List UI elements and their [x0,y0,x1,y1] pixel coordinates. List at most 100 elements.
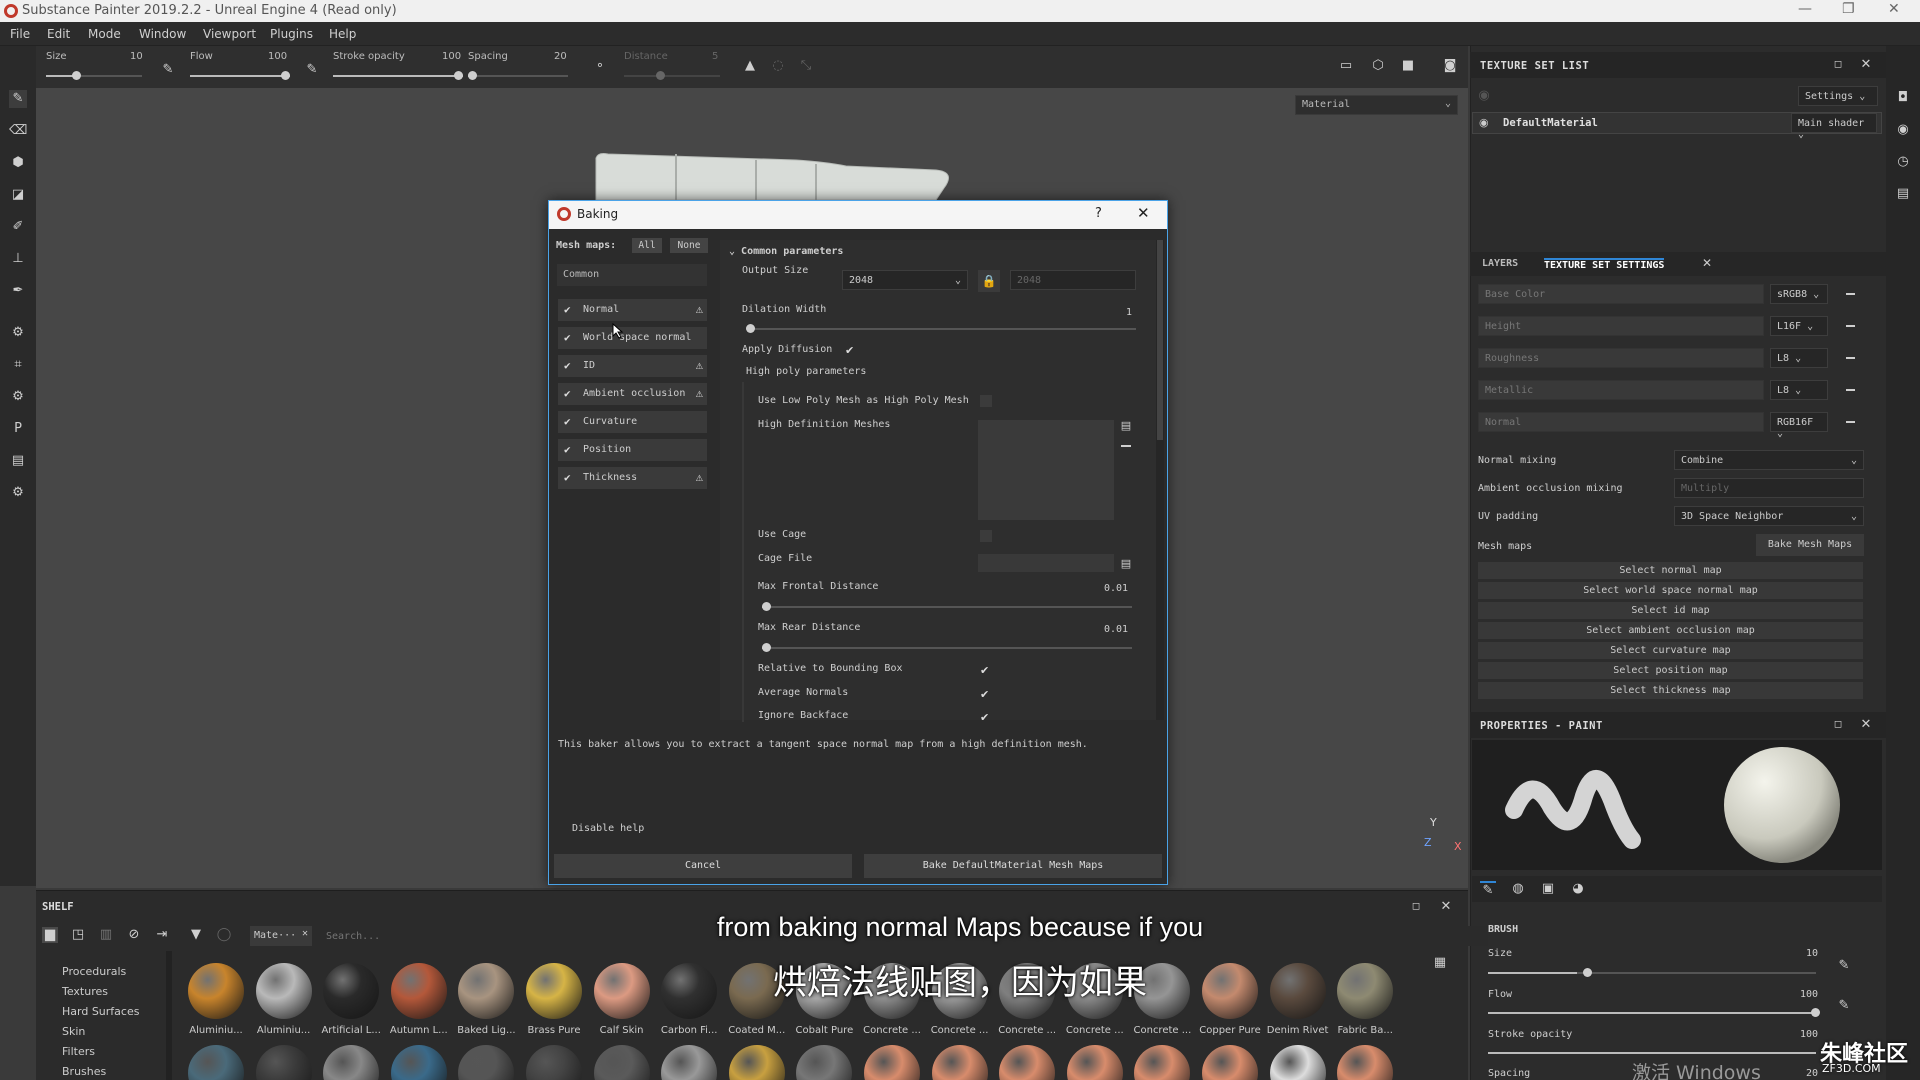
remove-channel-icon[interactable] [1846,389,1855,391]
menu-window[interactable]: Window [139,27,186,41]
relative-bbox-checkbox[interactable]: ✔ [980,664,989,677]
use-cage-checkbox[interactable] [980,530,992,542]
checkbox-check-icon[interactable]: ✔ [564,303,571,316]
normal-mixing-dropdown[interactable]: Combine ⌄ [1674,450,1864,470]
close-panel-icon[interactable]: ✕ [1858,717,1874,733]
shelf-category-item[interactable]: Hard Surfaces [62,1005,139,1018]
undock-icon[interactable]: ◻ [1830,717,1846,733]
tab-texture-set-settings[interactable]: TEXTURE SET SETTINGS [1544,258,1665,271]
color-picker-icon[interactable]: ✒ [9,282,27,300]
distance-slider[interactable] [624,75,720,77]
shelf-category-item[interactable]: Brushes [62,1065,106,1078]
cancel-button[interactable]: Cancel [554,854,852,878]
map-item-curvature[interactable]: ✔ Curvature [558,411,707,433]
lazy-mouse-icon[interactable]: ∘ [592,58,608,74]
material-thumbnail[interactable] [1202,1045,1258,1080]
menu-mode[interactable]: Mode [88,27,121,41]
brush-flow-slider[interactable] [1488,1012,1816,1014]
max-frontal-knob[interactable] [762,602,771,611]
select-all-button[interactable]: All [632,238,662,253]
menu-file[interactable]: File [10,27,30,41]
material-thumbnail[interactable] [1269,1045,1326,1080]
distance-slider-knob[interactable] [656,71,665,80]
size-slider-knob[interactable] [72,71,81,80]
flow-slider-knob[interactable] [281,71,290,80]
material-thumbnail[interactable] [526,1045,582,1080]
material-thumbnail[interactable] [188,1045,244,1080]
material-dropdown[interactable]: Material ⌄ [1295,95,1458,115]
clone-stamp-icon[interactable]: ⊥ [9,250,27,268]
remove-mesh-icon[interactable] [1121,445,1131,447]
close-panel-icon[interactable]: ✕ [1858,57,1874,73]
checkbox-check-icon[interactable]: ✔ [564,471,571,484]
minimize-button[interactable]: — [1798,1,1812,17]
checkbox-check-icon[interactable]: ✔ [564,415,571,428]
settings-icon[interactable]: ⚙ [9,388,27,406]
channel-height-format[interactable]: L16F ⌄ [1770,316,1828,336]
material-thumbnail[interactable] [458,1045,515,1080]
stroke-opacity-knob[interactable] [454,71,463,80]
lock-icon[interactable]: 🔒 [978,270,1000,292]
material-thumbnail[interactable] [593,1045,650,1080]
channel-normal-format[interactable]: RGB16F ⌄ [1770,412,1828,439]
close-window-button[interactable]: ✕ [1888,1,1900,17]
history-icon[interactable]: ◷ [1895,154,1911,170]
texture-set-settings-dropdown[interactable]: Settings ⌄ [1798,86,1878,106]
material-thumbnail[interactable] [999,1045,1056,1080]
ao-mixing-dropdown[interactable]: Multiply [1674,478,1864,498]
scrollbar-thumb[interactable] [1157,240,1163,440]
max-rear-knob[interactable] [762,643,771,652]
map-item-ambient-occlusion[interactable]: ✔ Ambient occlusion ⚠ [558,383,707,405]
visibility-toggle-icon[interactable]: ◉ [1476,88,1492,104]
texture-set-icon[interactable]: ◘ [1895,90,1911,106]
paint-brush-icon[interactable]: ✎ [9,90,27,108]
shader-dropdown[interactable]: Main shader ⌄ [1791,113,1877,140]
material-thumbnail[interactable] [1066,1045,1123,1080]
photoshop-icon[interactable]: P [9,420,27,438]
brush-stroke-opacity-slider[interactable] [1488,1052,1816,1054]
shelf-category-item[interactable]: Skin [62,1025,85,1038]
help-button[interactable]: ? [1095,206,1102,221]
cage-file-field[interactable] [978,554,1114,572]
channel-metallic-format[interactable]: L8 ⌄ [1770,380,1828,400]
display-settings-icon[interactable]: ◉ [1895,122,1911,138]
shelf-category-item[interactable]: Filters [62,1045,95,1058]
menu-edit[interactable]: Edit [47,27,70,41]
geometry-mask-icon[interactable]: ⌗ [9,356,27,374]
uv-padding-dropdown[interactable]: 3D Space Neighbor ⌄ [1674,506,1864,526]
channel-roughness-format[interactable]: L8 ⌄ [1770,348,1828,368]
transform-icon[interactable]: ⤡ [798,58,814,74]
bake-icon[interactable]: ⚙ [9,324,27,342]
material-thumbnail[interactable] [323,1045,380,1080]
menu-viewport[interactable]: Viewport [203,27,256,41]
align-icon[interactable]: ◌ [770,58,786,74]
screenshot-icon[interactable]: ◙ [1442,58,1458,74]
material-thumbnail[interactable] [931,1045,988,1080]
common-section[interactable]: Common [557,264,707,286]
channel-base-color-format[interactable]: sRGB8 ⌄ [1770,284,1828,304]
use-low-poly-checkbox[interactable] [980,395,992,407]
close-dialog-icon[interactable]: ✕ [1137,204,1150,222]
menu-plugins[interactable]: Plugins [270,27,313,41]
dilation-width-knob[interactable] [746,324,755,333]
checkbox-check-icon[interactable]: ✔ [564,387,571,400]
map-item-id[interactable]: ✔ ID ⚠ [558,355,707,377]
plugin-icon[interactable]: ⚙ [9,484,27,502]
select-none-button[interactable]: None [670,238,708,253]
remove-channel-icon[interactable] [1846,357,1855,359]
select-position-map-button[interactable]: Select position map [1478,662,1863,679]
undock-icon[interactable]: ◻ [1830,57,1846,73]
map-item-thickness[interactable]: ✔ Thickness ⚠ [558,467,707,489]
hd-meshes-list[interactable] [978,420,1114,520]
stroke-opacity-slider[interactable] [333,75,463,77]
material-thumbnail[interactable] [728,1045,785,1080]
material-thumbnail[interactable] [796,1045,853,1080]
apply-diffusion-checkbox[interactable]: ✔ [845,344,854,357]
smudge-icon[interactable]: ✐ [9,218,27,236]
output-size-dropdown[interactable]: 2048 ⌄ [842,270,968,290]
select-normal-map-button[interactable]: Select normal map [1478,562,1863,579]
select-id-map-button[interactable]: Select id map [1478,602,1863,619]
ignore-backface-checkbox[interactable]: ✔ [980,711,989,720]
select-thickness-map-button[interactable]: Select thickness map [1478,682,1863,699]
camera-icon[interactable]: ■ [1400,58,1416,74]
